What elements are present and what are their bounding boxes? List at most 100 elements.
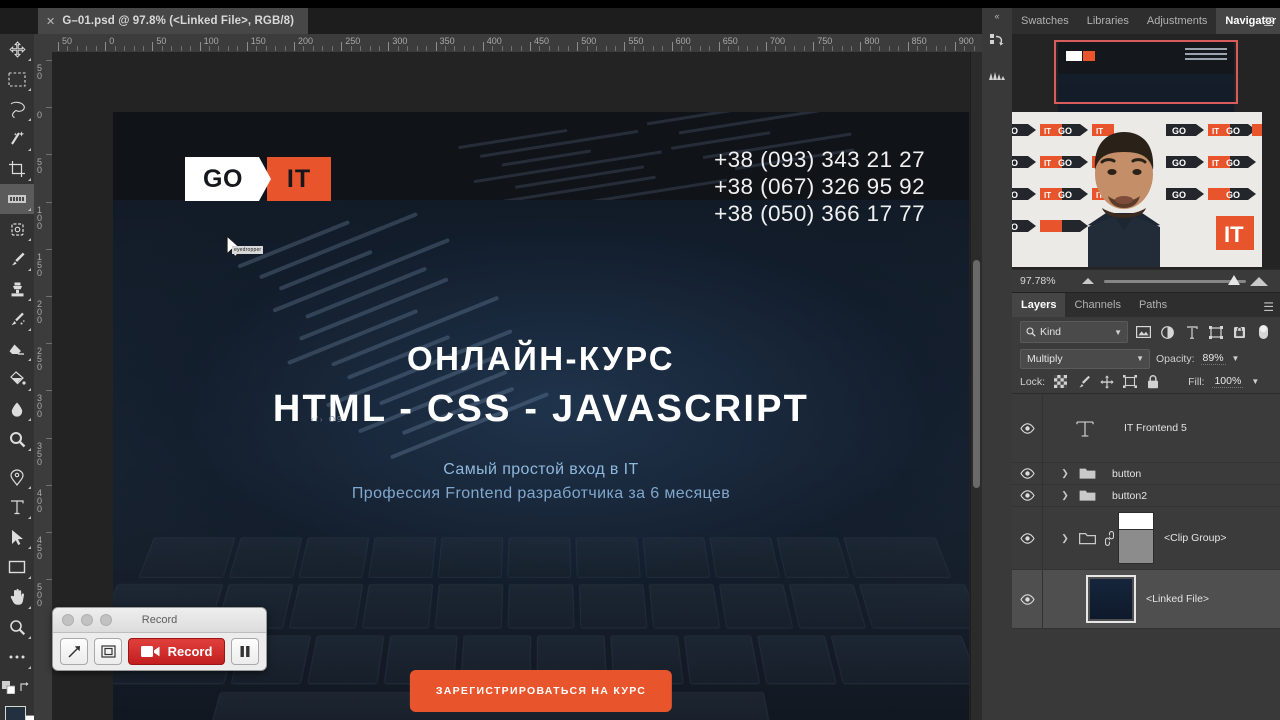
eye-icon[interactable] bbox=[1012, 422, 1042, 434]
layer-row-linked-file[interactable]: <Linked File> bbox=[1012, 570, 1280, 629]
pen-tool[interactable] bbox=[0, 462, 34, 492]
default-and-swap-colors[interactable] bbox=[0, 672, 34, 702]
pattern-icon[interactable] bbox=[982, 58, 1012, 92]
layer-filter-kind-select[interactable]: Kind ▼ bbox=[1020, 321, 1128, 343]
edit-toolbar-button[interactable] bbox=[0, 642, 34, 672]
gradient-tool[interactable] bbox=[0, 364, 34, 394]
zoom-tool[interactable] bbox=[0, 612, 34, 642]
adjustment-layer-filter-icon[interactable] bbox=[1159, 322, 1176, 342]
filter-toggle-icon[interactable] bbox=[1255, 322, 1272, 342]
type-layer-filter-icon[interactable] bbox=[1183, 322, 1200, 342]
tab-layers[interactable]: Layers bbox=[1012, 293, 1066, 317]
crop-tool[interactable] bbox=[0, 154, 34, 184]
blend-mode-select[interactable]: Multiply ▼ bbox=[1020, 348, 1150, 369]
type-tool[interactable] bbox=[0, 492, 34, 522]
lock-position-icon[interactable] bbox=[1099, 374, 1114, 389]
full-screen-button[interactable] bbox=[94, 638, 122, 665]
eraser-tool[interactable] bbox=[0, 334, 34, 364]
blur-tool[interactable] bbox=[0, 394, 34, 424]
eye-icon[interactable] bbox=[1012, 532, 1042, 544]
eye-icon[interactable] bbox=[1012, 490, 1042, 501]
ruler-minor-tick bbox=[832, 46, 834, 51]
path-selection-tool[interactable] bbox=[0, 522, 34, 552]
ruler-minor-tick bbox=[756, 46, 758, 51]
record-button[interactable]: Record bbox=[128, 638, 225, 665]
foreground-color-swatch[interactable] bbox=[5, 706, 26, 720]
layer-row-button2[interactable]: ❯ button2 bbox=[1012, 485, 1280, 507]
pixel-layer-filter-icon[interactable] bbox=[1135, 322, 1152, 342]
tool-group-corner bbox=[28, 238, 31, 241]
tab-channels[interactable]: Channels bbox=[1065, 293, 1130, 317]
opacity-chevron-icon[interactable]: ▼ bbox=[1232, 354, 1240, 363]
close-icon[interactable]: ✕ bbox=[46, 15, 55, 28]
hero-cta-button[interactable]: ЗАРЕГИСТРИРОВАТЬСЯ НА КУРС bbox=[409, 670, 673, 712]
tab-libraries[interactable]: Libraries bbox=[1077, 8, 1138, 34]
rectangle-tool[interactable] bbox=[0, 552, 34, 582]
layer-row-button[interactable]: ❯ button bbox=[1012, 463, 1280, 485]
ruler-label: 0 bbox=[37, 110, 43, 121]
pause-icon bbox=[240, 646, 250, 657]
shape-layer-filter-icon[interactable] bbox=[1207, 322, 1224, 342]
opacity-value[interactable]: 89% bbox=[1200, 352, 1226, 365]
select-region-button[interactable] bbox=[60, 638, 88, 665]
history-brush-tool[interactable] bbox=[0, 304, 34, 334]
canvas-scrollbar-thumb[interactable] bbox=[973, 260, 980, 488]
chevron-down-icon[interactable]: ▼ bbox=[1114, 328, 1122, 337]
layers-panel-menu-icon[interactable]: ☰ bbox=[1263, 300, 1274, 314]
eye-icon[interactable] bbox=[1012, 593, 1042, 605]
tab-swatches[interactable]: Swatches bbox=[1012, 8, 1078, 34]
fill-value[interactable]: 100% bbox=[1212, 375, 1244, 388]
navigator-view-box[interactable] bbox=[1054, 40, 1238, 104]
ruler-tick bbox=[388, 42, 390, 51]
navigator-zoom-slider[interactable] bbox=[1076, 270, 1272, 292]
dodge-tool[interactable] bbox=[0, 424, 34, 454]
small-mountain-icon[interactable] bbox=[1082, 278, 1094, 284]
rectangular-marquee-tool[interactable] bbox=[0, 64, 34, 94]
blend-mode-chevron-icon[interactable]: ▼ bbox=[1136, 354, 1144, 363]
hand-tool[interactable] bbox=[0, 582, 34, 612]
pause-button[interactable] bbox=[231, 638, 259, 665]
lock-artboard-nesting-icon[interactable] bbox=[1122, 374, 1137, 389]
canvas-vertical-scrollbar[interactable] bbox=[970, 52, 982, 720]
layer-collapse-arrow[interactable]: ❯ bbox=[1058, 533, 1072, 544]
vertical-ruler[interactable]: 50 0 50 100 150 200 250 300 350 400 450 500 bbox=[34, 52, 53, 720]
navigator-zoom-bar: 97.78% bbox=[1012, 269, 1280, 292]
lock-transparent-pixels-icon[interactable] bbox=[1053, 374, 1068, 389]
tab-adjustments[interactable]: Adjustments bbox=[1137, 8, 1217, 34]
horizontal-ruler[interactable]: 50 0 50 100 150 200 250 300 350 400 450 500 550 600 65… bbox=[34, 34, 982, 53]
fill-chevron-icon[interactable]: ▼ bbox=[1251, 377, 1259, 386]
history-icon[interactable] bbox=[982, 24, 1012, 58]
layer-row-it-frontend[interactable]: IT Frontend 5 bbox=[1012, 394, 1280, 463]
navigator-thumbnail[interactable]: GO GO GO GO GO GO GO GO GO GO GO GO bbox=[1012, 34, 1280, 269]
lasso-tool[interactable] bbox=[0, 94, 34, 124]
double-chevron-left-icon[interactable]: « bbox=[982, 8, 1012, 24]
eyedropper-tool[interactable] bbox=[0, 184, 34, 214]
magic-wand-tool[interactable] bbox=[0, 124, 34, 154]
tab-paths[interactable]: Paths bbox=[1129, 293, 1177, 317]
tool-group-corner bbox=[28, 118, 31, 121]
large-mountain-icon[interactable] bbox=[1250, 276, 1268, 286]
layer-expand-arrow[interactable]: ❯ bbox=[1058, 490, 1072, 501]
svg-text:GO: GO bbox=[1012, 158, 1018, 168]
layer-expand-arrow[interactable]: ❯ bbox=[1058, 468, 1072, 479]
smart-object-filter-icon[interactable] bbox=[1231, 322, 1248, 342]
navigator-zoom-value[interactable]: 97.78% bbox=[1020, 275, 1068, 287]
zoom-slider-track[interactable] bbox=[1104, 279, 1246, 283]
brush-tool[interactable] bbox=[0, 244, 34, 274]
eye-icon[interactable] bbox=[1012, 468, 1042, 479]
color-swatches[interactable] bbox=[0, 702, 35, 720]
ruler-minor-tick bbox=[973, 46, 975, 51]
slider-knob-icon[interactable] bbox=[1228, 275, 1240, 285]
layer-row-clip-group[interactable]: ❯ <Clip Group> bbox=[1012, 507, 1280, 570]
record-widget-titlebar[interactable]: Record bbox=[53, 608, 266, 633]
ruler-label: 700 bbox=[770, 36, 786, 46]
lock-all-icon[interactable] bbox=[1145, 374, 1160, 389]
clone-stamp-tool[interactable] bbox=[0, 274, 34, 304]
spot-healing-brush-tool[interactable] bbox=[0, 214, 34, 244]
document-tab[interactable]: ✕ G–01.psd @ 97.8% (<Linked File>, RGB/8… bbox=[38, 8, 309, 34]
move-tool[interactable] bbox=[0, 34, 34, 64]
link-icon[interactable] bbox=[1102, 530, 1116, 546]
panel-menu-icon[interactable]: ☰ bbox=[1263, 15, 1274, 29]
lock-image-pixels-icon[interactable] bbox=[1076, 374, 1091, 389]
ruler-minor-tick bbox=[331, 46, 333, 51]
